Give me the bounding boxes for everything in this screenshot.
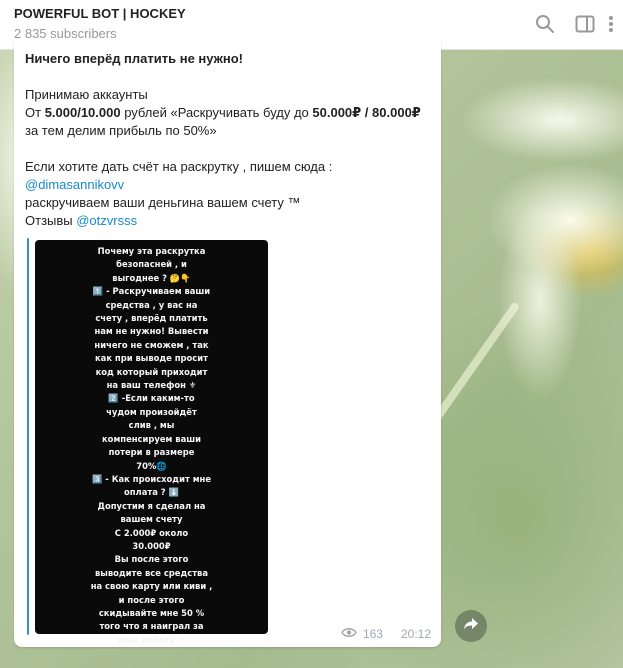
photo-text-line: Почему эта раскрутка	[97, 246, 206, 256]
message-line: Если хотите дать счёт на раскрутку , пиш…	[25, 159, 333, 174]
message-meta: 163 20:12	[341, 627, 431, 641]
photo-text-line: 70%🌐	[136, 460, 167, 471]
photo-text-line: того что я наиграл за	[99, 621, 204, 632]
message-line: Отзывы @otzvrsss	[25, 213, 138, 228]
message-photo[interactable]: Почему эта раскрутка безопасней , и выгодн…	[35, 240, 268, 645]
photo-text-line: 1️⃣ - Раскручиваем ваши	[92, 286, 211, 297]
photo-text-line: вашем счету	[120, 514, 183, 525]
photo-text-line: С 2.000₽ около	[114, 527, 189, 538]
quote-bar	[27, 238, 29, 635]
subscriber-count: 2 835 subscribers	[14, 26, 117, 41]
message-line: за тем делим прибыль по 50%»	[25, 123, 217, 138]
channel-title[interactable]: POWERFUL BOT | HOCKEY	[14, 6, 186, 21]
forward-arrow-icon	[463, 617, 479, 636]
photo-text-line: счету , вперёд платить	[95, 313, 208, 324]
message-time: 20:12	[400, 627, 431, 641]
message-headline: Ничего вперёд платить не нужно!	[25, 51, 244, 66]
message-line: Принимаю аккаунты	[25, 87, 148, 102]
message-line: От 5.000/10.000 рублей «Раскручивать буд…	[25, 105, 421, 120]
channel-message: Ничего вперёд платить не нужно! Принимаю…	[14, 40, 441, 647]
photo-text-line: выводите все средства	[94, 567, 209, 578]
photo-text-line: ничего не сможем , так	[94, 339, 209, 350]
photo-text-line: 30.000₽	[132, 540, 171, 551]
sidebar-toggle-icon[interactable]	[573, 12, 597, 36]
photo-text-line: 3️⃣ - Как происходит мне	[91, 473, 212, 484]
photo-text-line: и после этого	[118, 594, 185, 605]
search-icon[interactable]	[533, 12, 557, 36]
photo-text-line: оплата ? ⬇️	[124, 487, 179, 498]
view-count: 163	[362, 627, 383, 641]
photo-caption-text: Почему эта раскрутка безопасней , и выгодн…	[35, 245, 268, 647]
photo-text-line: средства , у вас на	[105, 299, 198, 310]
forward-button[interactable]	[455, 610, 487, 642]
username-link[interactable]: @dimasannikovv	[25, 176, 435, 194]
photo-text-line: Вы после этого	[114, 554, 189, 565]
photo-text-line: на ваш телефон ⚜	[106, 380, 197, 391]
views-icon	[341, 627, 357, 641]
photo-text-line: нам не нужно! Вывести	[94, 326, 209, 337]
photo-text-line: слив , мы	[128, 420, 175, 431]
message-text: Ничего вперёд платить не нужно! Принимаю…	[25, 50, 435, 230]
photo-text-line: как при выводе просит	[94, 353, 208, 364]
message-line: раскручиваем ваши деньгина вашем счету ™	[25, 195, 301, 210]
photo-text-line: код который приходит	[95, 366, 208, 377]
photo-text-line: потери в размере	[108, 447, 195, 458]
photo-text-line: на свою карту или киви ,	[90, 581, 213, 592]
photo-text-line: компенсируем ваши	[102, 433, 201, 444]
photo-text-line: чудом произойдёт	[106, 406, 197, 417]
photo-text-line: выгоднее ? 🤔👇	[112, 272, 191, 283]
reviews-link[interactable]: @otzvrsss	[76, 213, 137, 228]
photo-text-line: Допустим я сделал на	[97, 500, 206, 511]
more-vertical-icon[interactable]	[603, 12, 619, 36]
photo-text-line: мою работу ⚜	[117, 634, 186, 645]
photo-text-line: 2️⃣ -Если каким-то	[108, 393, 195, 404]
photo-text-line: безопасней , и	[116, 259, 187, 270]
photo-text-line: скидывайте мне 50 %	[98, 607, 205, 618]
